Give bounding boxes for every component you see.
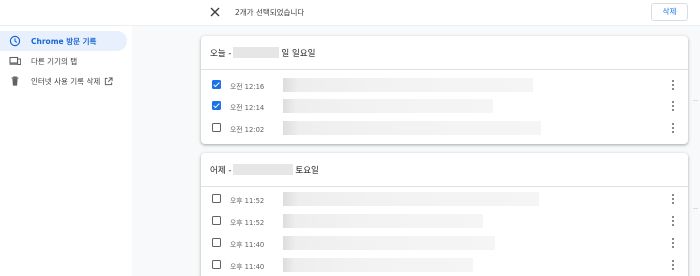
redacted-entry[interactable]	[283, 78, 533, 92]
sidebar-item-other-devices[interactable]: 다른 기기의 탭	[0, 51, 127, 71]
redacted-entry[interactable]	[283, 258, 473, 272]
sidebar-item-label: 인터넷 사용 기록 삭제	[31, 77, 101, 86]
card-title: 오늘 - 일 일요일	[210, 47, 315, 59]
redacted-entry[interactable]	[283, 99, 493, 113]
history-row[interactable]: 오전 12:02	[201, 116, 688, 142]
redacted-date	[233, 164, 294, 175]
more-vert-icon[interactable]	[671, 238, 675, 250]
trash-icon	[11, 76, 19, 86]
row-checkbox[interactable]	[212, 216, 221, 225]
row-time: 오전 12:02	[230, 126, 265, 134]
more-vert-icon[interactable]	[671, 216, 675, 228]
devices-icon	[9, 56, 21, 65]
sidebar-item-label: 다른 기기의 탭	[31, 57, 78, 66]
row-checkbox[interactable]	[212, 101, 221, 110]
more-vert-icon[interactable]	[671, 123, 675, 135]
row-checkbox[interactable]	[212, 80, 221, 89]
row-checkbox[interactable]	[212, 123, 221, 132]
card-title-prefix: 오늘 -	[210, 49, 232, 59]
history-page: 2개가 선택되었습니다 삭제 Chrome 방문 기록 다른 기기의 탭 인터넷…	[0, 0, 700, 276]
sidebar-item-label-wrap: 인터넷 사용 기록 삭제	[31, 76, 113, 87]
row-checkbox[interactable]	[212, 238, 221, 247]
history-card-today: 오늘 - 일 일요일 오전 12:16 오전 12:14 오전 12:02	[201, 36, 688, 144]
more-vert-icon[interactable]	[671, 80, 675, 92]
delete-button[interactable]: 삭제	[651, 3, 688, 21]
sidebar-item-label: Chrome 방문 기록	[31, 37, 97, 46]
history-row[interactable]: 오후 11:40	[201, 253, 688, 276]
sidebar-item-clear-browsing-data[interactable]: 인터넷 사용 기록 삭제	[0, 71, 127, 91]
more-vert-icon[interactable]	[671, 260, 675, 272]
more-vert-icon[interactable]	[671, 101, 675, 113]
scrollbar-mark	[693, 208, 698, 209]
row-time: 오후 11:52	[230, 197, 265, 205]
card-title: 어제 - 토요일	[210, 164, 319, 176]
open-in-new-icon	[105, 77, 113, 86]
card-title-suffix: 토요일	[295, 166, 319, 176]
redacted-entry[interactable]	[283, 236, 495, 250]
row-time: 오전 12:14	[230, 104, 265, 112]
row-time: 오후 11:40	[230, 241, 265, 249]
sidebar-item-chrome-history[interactable]: Chrome 방문 기록	[0, 31, 127, 51]
selection-count-text: 2개가 선택되었습니다	[235, 8, 305, 17]
card-title-prefix: 어제 -	[210, 166, 232, 176]
row-checkbox[interactable]	[212, 194, 221, 203]
card-title-suffix: 일 일요일	[281, 49, 316, 59]
redacted-entry[interactable]	[283, 121, 541, 135]
scrollbar-mark	[693, 100, 698, 101]
row-time: 오전 12:16	[230, 83, 265, 91]
close-icon[interactable]	[209, 6, 221, 18]
redacted-entry[interactable]	[283, 192, 539, 206]
row-time: 오후 11:40	[230, 263, 265, 271]
row-checkbox[interactable]	[212, 260, 221, 269]
selection-toolbar: 2개가 선택되었습니다 삭제	[0, 0, 700, 26]
redacted-entry[interactable]	[283, 214, 483, 228]
redacted-date	[233, 47, 280, 58]
sidebar: Chrome 방문 기록 다른 기기의 탭 인터넷 사용 기록 삭제	[0, 26, 132, 276]
history-card-yesterday: 어제 - 토요일 오후 11:52 오후 11:52 오후 11:40 오후 11…	[201, 153, 688, 276]
clock-icon	[9, 35, 21, 47]
divider	[201, 69, 688, 70]
more-vert-icon[interactable]	[671, 194, 675, 206]
row-time: 오후 11:52	[230, 219, 265, 227]
